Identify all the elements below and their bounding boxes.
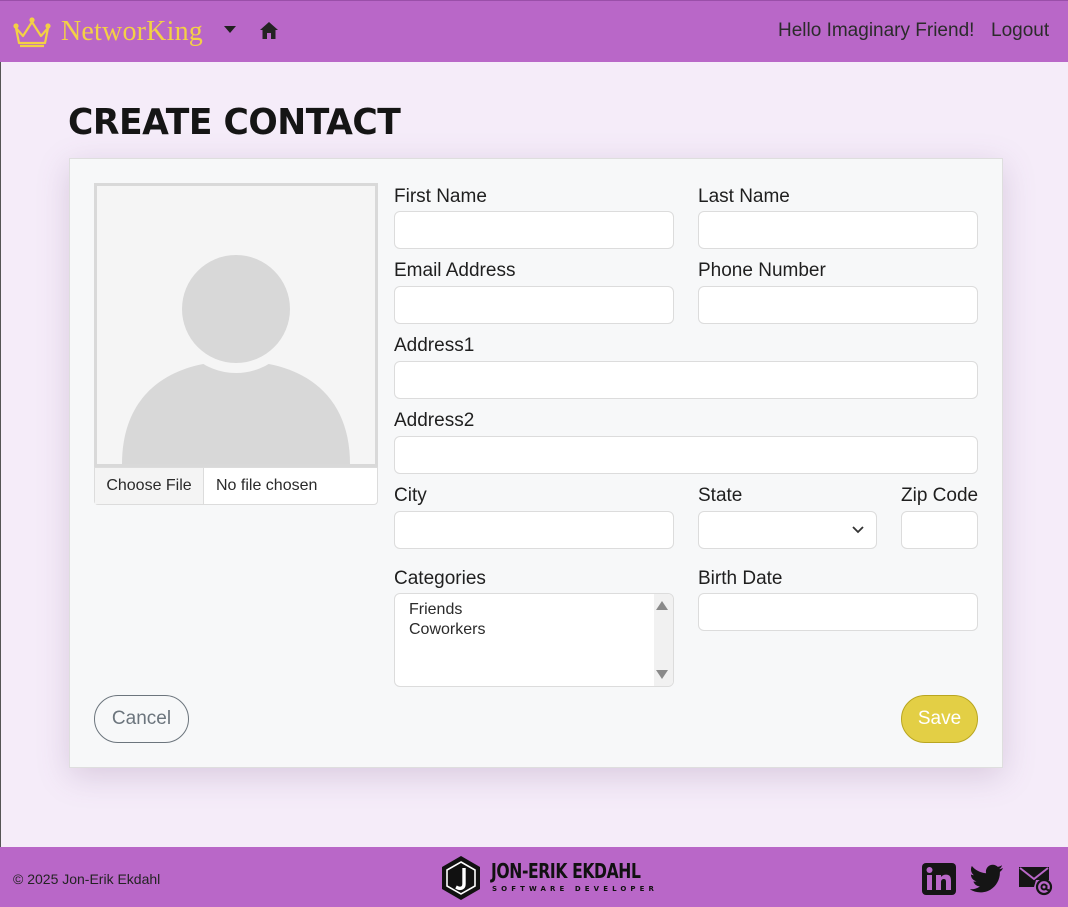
file-status-text: No file chosen bbox=[216, 477, 318, 494]
brand-name: NetworKing bbox=[61, 16, 203, 47]
city-input[interactable] bbox=[394, 511, 674, 549]
logo-subtitle: SOFTWARE DEVELOPER bbox=[492, 885, 659, 893]
birth-date-input[interactable] bbox=[698, 593, 978, 631]
crown-icon bbox=[13, 17, 51, 48]
contact-photo-preview bbox=[94, 183, 378, 467]
home-icon[interactable] bbox=[259, 21, 279, 40]
state-select[interactable] bbox=[698, 511, 877, 549]
zip-input[interactable] bbox=[901, 511, 978, 549]
copyright-text: © 2025 Jon-Erik Ekdahl bbox=[13, 871, 161, 887]
listbox-scrollbar[interactable] bbox=[654, 594, 673, 686]
logout-link[interactable]: Logout bbox=[991, 20, 1049, 42]
left-edge-divider bbox=[0, 62, 1, 847]
city-label: City bbox=[394, 485, 427, 506]
phone-label: Phone Number bbox=[698, 260, 826, 281]
brand-link[interactable]: NetworKing bbox=[12, 12, 203, 52]
address1-label: Address1 bbox=[394, 335, 475, 356]
page-title: CREATE CONTACT bbox=[68, 102, 401, 143]
address2-label: Address2 bbox=[394, 410, 475, 431]
save-button[interactable]: Save bbox=[901, 695, 978, 743]
categories-listbox[interactable]: Friends Coworkers bbox=[394, 593, 674, 687]
linkedin-icon[interactable] bbox=[922, 863, 956, 895]
zip-label: Zip Code bbox=[901, 485, 979, 506]
birth-date-label: Birth Date bbox=[698, 568, 783, 589]
mail-icon[interactable] bbox=[1018, 864, 1054, 896]
category-option[interactable]: Friends bbox=[409, 601, 462, 619]
scroll-up-icon[interactable] bbox=[656, 601, 668, 610]
photo-file-input[interactable]: Choose File No file chosen bbox=[94, 467, 378, 505]
category-option[interactable]: Coworkers bbox=[409, 621, 485, 639]
avatar-placeholder-icon bbox=[122, 238, 350, 464]
footer: © 2025 Jon-Erik Ekdahl JON-ERIK EKDAHL S… bbox=[0, 847, 1068, 907]
email-input[interactable] bbox=[394, 286, 674, 324]
last-name-label: Last Name bbox=[698, 186, 790, 207]
developer-logo-icon[interactable] bbox=[440, 855, 482, 901]
scroll-down-icon[interactable] bbox=[656, 670, 668, 679]
categories-label: Categories bbox=[394, 568, 486, 589]
first-name-input[interactable] bbox=[394, 211, 674, 249]
chevron-down-icon bbox=[852, 526, 864, 534]
navbar: NetworKing Hello Imaginary Friend! Logou… bbox=[0, 0, 1068, 62]
last-name-input[interactable] bbox=[698, 211, 978, 249]
state-label: State bbox=[698, 485, 743, 506]
logo-name: JON-ERIK EKDAHL bbox=[491, 859, 641, 883]
email-label: Email Address bbox=[394, 260, 516, 281]
caret-down-icon[interactable] bbox=[224, 26, 236, 33]
user-greeting: Hello Imaginary Friend! bbox=[778, 20, 975, 41]
phone-input[interactable] bbox=[698, 286, 978, 324]
first-name-label: First Name bbox=[394, 186, 487, 207]
twitter-icon[interactable] bbox=[970, 864, 1004, 894]
choose-file-button[interactable]: Choose File bbox=[95, 468, 204, 504]
address1-input[interactable] bbox=[394, 361, 978, 399]
cancel-button[interactable]: Cancel bbox=[94, 695, 189, 743]
address2-input[interactable] bbox=[394, 436, 978, 474]
